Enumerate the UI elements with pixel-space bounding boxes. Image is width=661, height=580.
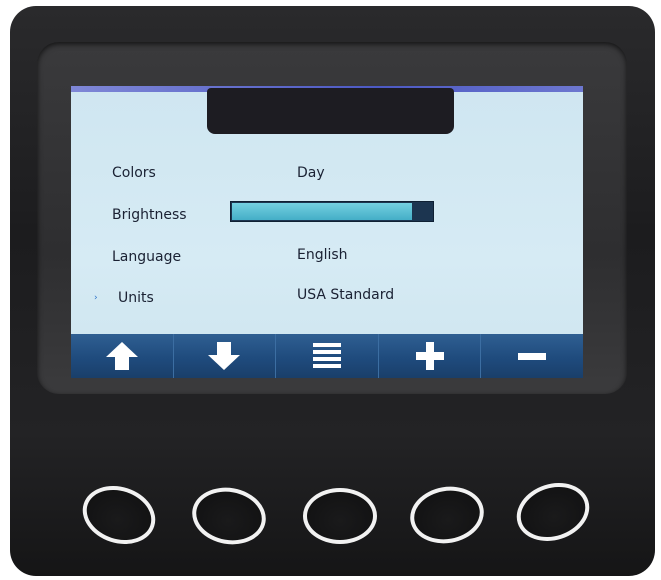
minus-icon — [518, 353, 547, 360]
colors-label: Colors — [112, 165, 156, 181]
softkey-down[interactable] — [174, 334, 277, 378]
menu-icon — [312, 343, 341, 368]
hardware-button-3[interactable] — [303, 488, 377, 544]
units-label: Units — [118, 290, 154, 306]
softkey-menu[interactable] — [276, 334, 379, 378]
brightness-label: Brightness — [112, 207, 187, 223]
softkey-plus[interactable] — [379, 334, 482, 378]
title-area — [207, 88, 454, 134]
brightness-slider-fill — [232, 203, 412, 220]
units-value[interactable]: USA Standard — [297, 287, 394, 303]
language-label: Language — [112, 249, 182, 265]
arrow-up-icon — [105, 342, 138, 370]
colors-value[interactable]: Day — [297, 165, 325, 181]
plus-icon — [415, 342, 444, 370]
selection-indicator-icon: › — [94, 293, 98, 303]
softkey-minus[interactable] — [481, 334, 583, 378]
arrow-down-icon — [208, 342, 241, 370]
softkey-up[interactable] — [71, 334, 174, 378]
brightness-slider[interactable] — [230, 201, 434, 222]
softkey-bar — [71, 334, 583, 378]
language-value[interactable]: English — [297, 247, 348, 263]
